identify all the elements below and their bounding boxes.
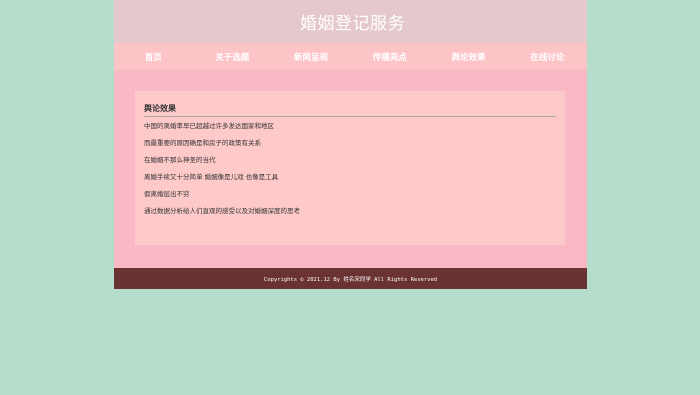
article-list: 中国的离婚率早已超越过许多发达国家和地区 而最重要的原因确是和房子的政策有关系 … <box>144 121 300 223</box>
article-link[interactable]: 而最重要的原因确是和房子的政策有关系 <box>144 138 300 155</box>
nav-item-news[interactable]: 新闻呈现 <box>272 51 351 63</box>
article-link[interactable]: 通过数据分析给人们直观的感受以及对婚姻深度的思考 <box>144 206 300 223</box>
nav-item-public-opinion[interactable]: 舆论效果 <box>429 51 508 63</box>
article-link[interactable]: 离婚手续又十分简单 婚姻像是儿戏 也像是工具 <box>144 172 300 189</box>
section-divider <box>144 116 556 117</box>
article-link[interactable]: 中国的离婚率早已超越过许多发达国家和地区 <box>144 121 300 138</box>
article-link[interactable]: 在婚姻不那么神圣的当代 <box>144 155 300 172</box>
nav-item-home[interactable]: 首页 <box>114 51 193 63</box>
main-nav: 首页 关于选题 新闻呈现 传播亮点 舆论效果 在线讨论 <box>114 43 587 70</box>
site-title: 婚姻登记服务 <box>300 14 405 34</box>
site-header: 婚姻登记服务 <box>114 0 587 43</box>
nav-item-highlights[interactable]: 传播亮点 <box>350 51 429 63</box>
nav-item-about-topic[interactable]: 关于选题 <box>193 51 272 63</box>
nav-item-online-discussion[interactable]: 在线讨论 <box>508 51 587 63</box>
section-title: 舆论效果 <box>144 103 176 113</box>
page-container: 婚姻登记服务 首页 关于选题 新闻呈现 传播亮点 舆论效果 在线讨论 舆论效果 … <box>114 0 587 289</box>
content-panel: 舆论效果 中国的离婚率早已超越过许多发达国家和地区 而最重要的原因确是和房子的政… <box>135 91 565 245</box>
article-link[interactable]: 假离婚层出不穷 <box>144 189 300 206</box>
site-footer: Copyrights © 2021.12 By 姓名宋同学 All Rights… <box>114 268 587 289</box>
copyright-text: Copyrights © 2021.12 By 姓名宋同学 All Rights… <box>263 276 438 283</box>
